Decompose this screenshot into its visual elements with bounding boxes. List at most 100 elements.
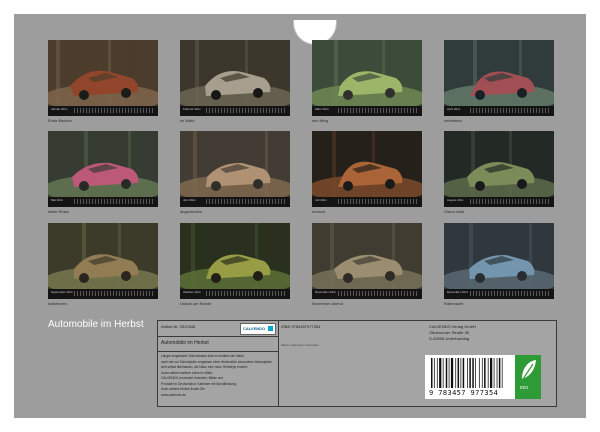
- car-wreck-photo: [444, 223, 554, 289]
- month-thumbnail: Januar 20xx: [48, 40, 158, 116]
- car-wreck-photo: [48, 40, 158, 106]
- barcode-number: 9 783457 977354: [429, 389, 499, 397]
- day-grid: [74, 291, 155, 296]
- month-strip: April 20xx: [444, 106, 554, 116]
- eco-label: eco: [520, 385, 529, 391]
- month-strip: September 20xx: [48, 289, 158, 299]
- month-label: August 20xx: [447, 198, 464, 202]
- month-strip: Februar 20xx: [180, 106, 290, 116]
- leaf-icon: [522, 360, 536, 380]
- month-label: September 20xx: [51, 290, 73, 294]
- month-label: Juni 20xx: [183, 198, 196, 202]
- car-wreck-photo: [180, 40, 290, 106]
- car-wreck-photo: [312, 40, 422, 106]
- car-wreck-photo: [444, 40, 554, 106]
- month-thumbnail: Dezember 20xx: [444, 223, 554, 299]
- description-line: Längst vergessene Schrottautos sind es i…: [161, 354, 245, 358]
- publisher-line-2: Ottobrunner Straße 39: [429, 330, 470, 335]
- description-line: Auch weitere Motive finden Sie: [161, 387, 205, 391]
- month-thumbnail: September 20xx: [48, 223, 158, 299]
- day-grid: [470, 108, 551, 113]
- month-strip: März 20xx: [312, 106, 422, 116]
- day-grid: [338, 291, 419, 296]
- month-thumbnail: August 20xx: [444, 131, 554, 207]
- month-caption: Ende Backen: [48, 118, 72, 123]
- car-wreck-photo: [312, 131, 422, 197]
- month-label: März 20xx: [315, 107, 329, 111]
- isbn: ISBN 9783457977354: [281, 324, 321, 329]
- month-caption: im Wald: [180, 118, 195, 123]
- month-strip: Juli 20xx: [312, 197, 422, 207]
- day-grid: [470, 291, 551, 296]
- day-grid: [206, 108, 287, 113]
- car-wreck-photo: [180, 131, 290, 197]
- month-label: Juli 20xx: [315, 198, 327, 202]
- month-thumbnail: März 20xx: [312, 40, 422, 116]
- description-line: Autos stehen weitere Jahre im Wald.: [161, 370, 213, 375]
- month-caption: Rabenacht: [444, 301, 464, 306]
- day-grid: [206, 291, 287, 296]
- month-strip: August 20xx: [444, 197, 554, 207]
- product-subtitle: Automobile im Herbst: [161, 340, 209, 346]
- isbn-barcode: 9 783457 977354: [425, 355, 515, 399]
- month-caption: den Weg: [312, 118, 328, 123]
- calendar-title: Automobile im Herbst: [48, 319, 144, 330]
- month-caption: Glanz funkt: [444, 209, 465, 214]
- divider: [158, 336, 278, 337]
- eco-badge: eco: [515, 355, 541, 399]
- description-line: Produkte in Deutschland. Kalender mit Sp…: [161, 381, 237, 386]
- month-thumbnail: Oktober 20xx: [180, 223, 290, 299]
- logo-mark-icon: [268, 326, 273, 331]
- car-wreck-photo: [48, 131, 158, 197]
- car-wreck-photo: [48, 223, 158, 289]
- description-line: sich selbst überlassen, die Natur eine n…: [161, 365, 248, 369]
- month-caption: vertrieben: [444, 118, 462, 123]
- month-thumbnail: Februar 20xx: [180, 40, 290, 116]
- day-grid: [74, 199, 155, 204]
- month-thumbnail: November 20xx: [312, 223, 422, 299]
- divider: [158, 351, 278, 352]
- month-caption: morsch: [312, 209, 326, 214]
- month-thumbnail: Juni 20xx: [180, 131, 290, 207]
- month-thumbnail: Juli 20xx: [312, 131, 422, 207]
- month-label: Dezember 20xx: [447, 290, 469, 294]
- day-grid: [74, 108, 155, 113]
- month-strip: Juni 20xx: [180, 197, 290, 207]
- month-strip: Mai 20xx: [48, 197, 158, 207]
- publisher-line-3: D-82008 Unterhaching: [429, 336, 470, 341]
- month-caption: Urlaub am Rande: [180, 301, 212, 306]
- month-label: April 20xx: [447, 107, 461, 111]
- isbn-column: ISBN 9783457977354 Martin Lüdemann Fotom…: [278, 321, 425, 351]
- day-grid: [206, 199, 287, 204]
- day-grid: [470, 199, 551, 204]
- car-wreck-photo: [180, 223, 290, 289]
- publisher-line-1: CALVENDO Verlag GmbH: [429, 324, 476, 329]
- month-caption: schleichen: [48, 301, 67, 306]
- month-strip: Dezember 20xx: [444, 289, 554, 299]
- photographer-credit: Martin Lüdemann Fotomarkt: [281, 343, 319, 347]
- car-wreck-photo: [444, 131, 554, 197]
- month-label: Mai 20xx: [51, 198, 64, 202]
- calvendo-logo: CALVENDO: [240, 323, 276, 335]
- month-strip: November 20xx: [312, 289, 422, 299]
- month-strip: Oktober 20xx: [180, 289, 290, 299]
- description-line: www.calvendo.de: [161, 392, 186, 397]
- article-column: Artikel-Nr. 2510348 CALVENDO Automobile …: [158, 321, 279, 406]
- logo-text: CALVENDO: [243, 326, 266, 331]
- article-number: Artikel-Nr. 2510348: [161, 324, 196, 329]
- description-line: CALVENDO produziert Kalender, Bilder und: [161, 376, 223, 380]
- month-label: Oktober 20xx: [183, 290, 201, 294]
- month-label: Februar 20xx: [183, 107, 201, 111]
- month-strip: Januar 20xx: [48, 106, 158, 116]
- month-caption: abgestorben: [180, 209, 203, 214]
- month-thumbnail: Mai 20xx: [48, 131, 158, 207]
- day-grid: [338, 108, 419, 113]
- month-thumbnail: April 20xx: [444, 40, 554, 116]
- month-label: Januar 20xx: [51, 107, 68, 111]
- car-wreck-photo: [312, 223, 422, 289]
- description-line: nach wie vor Schrottplatz vergessen eine…: [161, 359, 272, 364]
- barcode-bars: [431, 358, 503, 388]
- day-grid: [338, 199, 419, 204]
- month-caption: letzte Reise: [48, 209, 69, 214]
- month-label: November 20xx: [315, 290, 337, 294]
